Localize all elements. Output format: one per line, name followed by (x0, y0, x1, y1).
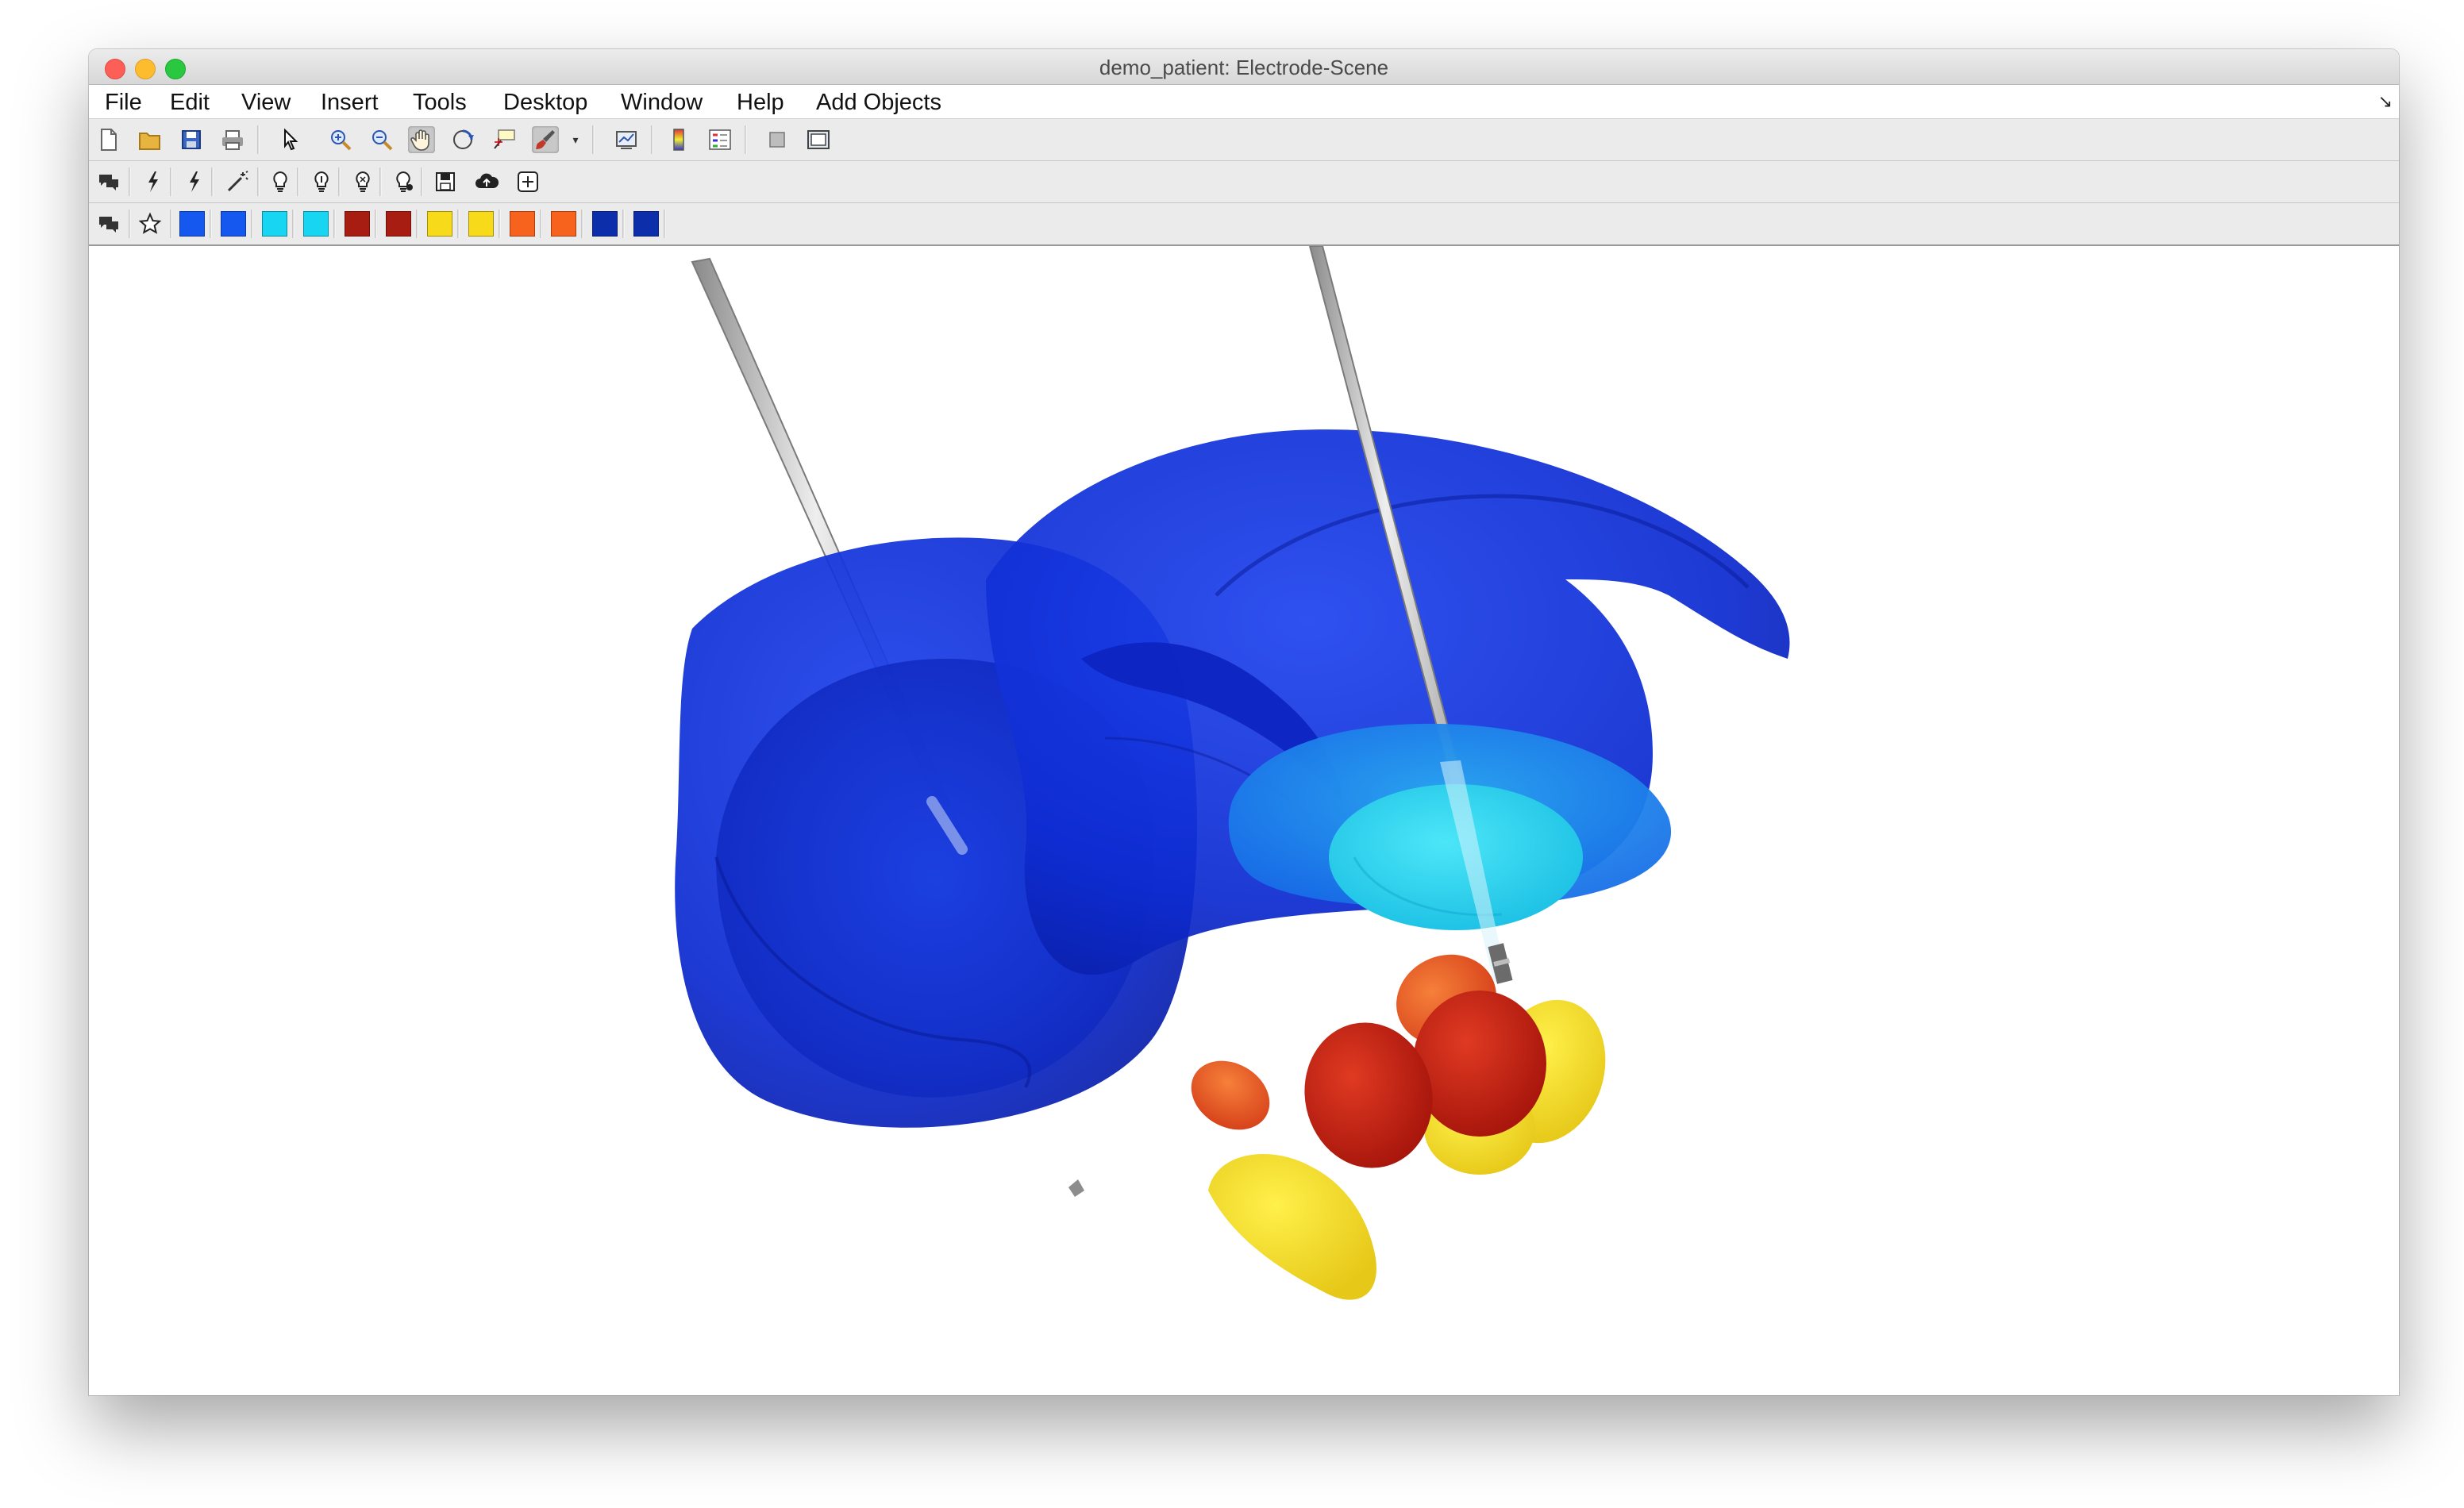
menu-bar: File Edit View Insert Tools Desktop Wind… (89, 85, 2399, 119)
electrode-scene-axes[interactable] (89, 246, 2399, 1395)
menu-help[interactable]: Help (737, 90, 784, 116)
structure-color-swatch[interactable] (303, 211, 329, 237)
lightbulb-3-icon[interactable] (349, 168, 376, 195)
toolbar-separator (257, 167, 260, 196)
menu-tools[interactable]: Tools (413, 90, 467, 116)
atlas-toolbar (89, 203, 2399, 246)
comments-icon[interactable] (95, 210, 122, 237)
red-structure-right[interactable] (1413, 991, 1546, 1137)
menu-edit[interactable]: Edit (170, 90, 210, 116)
toolbar-separator (170, 167, 172, 196)
window-title: demo_patient: Electrode-Scene (1099, 56, 1389, 79)
toolbar-separator (170, 210, 172, 238)
new-figure-icon[interactable] (95, 126, 122, 153)
electrode-1-icon[interactable] (140, 168, 167, 195)
toolbar-separator (210, 210, 212, 238)
pan-hand-icon[interactable] (408, 126, 435, 153)
structure-color-swatch[interactable] (386, 211, 411, 237)
magic-wand-icon[interactable] (224, 168, 251, 195)
structure-color-swatch[interactable] (221, 211, 246, 237)
comments-icon[interactable] (95, 168, 122, 195)
structure-color-swatch[interactable] (592, 211, 618, 237)
save-scene-icon[interactable] (432, 168, 459, 195)
structure-color-swatch[interactable] (468, 211, 494, 237)
menu-add-objects[interactable]: Add Objects (816, 90, 941, 116)
structure-color-swatch[interactable] (551, 211, 576, 237)
brush-icon[interactable] (532, 126, 559, 153)
toolbar-separator (257, 125, 260, 154)
menu-window[interactable]: Window (621, 90, 703, 116)
lightbulb-icon[interactable] (267, 168, 294, 195)
pointer-icon[interactable] (276, 126, 303, 153)
toolbar-separator (379, 167, 382, 196)
structure-color-swatch[interactable] (262, 211, 287, 237)
toolbar-separator (416, 210, 418, 238)
hide-plot-tools-icon[interactable] (764, 126, 791, 153)
menu-file[interactable]: File (105, 90, 142, 116)
structure-color-swatch[interactable] (510, 211, 535, 237)
orange-structure-small[interactable] (1179, 1047, 1282, 1143)
toolbar-separator (211, 167, 214, 196)
toolbar-separator (540, 210, 542, 238)
toolbar-separator (292, 210, 295, 238)
lightbulb-2-icon[interactable] (308, 168, 335, 195)
rotate-3d-icon[interactable] (449, 126, 476, 153)
toolbar-separator (421, 167, 423, 196)
print-icon[interactable] (219, 126, 246, 153)
open-file-icon[interactable] (137, 126, 164, 153)
menu-insert[interactable]: Insert (321, 90, 379, 116)
toolbar-separator (499, 210, 501, 238)
toolbar-separator (622, 210, 625, 238)
toolbar-separator (333, 210, 336, 238)
add-object-icon[interactable] (514, 168, 541, 195)
zoom-out-icon[interactable] (368, 126, 395, 153)
cloud-upload-icon[interactable] (473, 168, 500, 195)
structure-color-swatch[interactable] (345, 211, 370, 237)
colorbar-icon[interactable] (665, 126, 692, 153)
figure-toolbar: ▾ (89, 119, 2399, 161)
electrode-toolbar (89, 161, 2399, 203)
dock-arrow-icon[interactable]: ↘ (2378, 91, 2393, 112)
structure-color-swatch[interactable] (179, 211, 205, 237)
toolbar-separator (297, 167, 299, 196)
structure-color-swatch[interactable] (427, 211, 452, 237)
title-bar[interactable]: demo_patient: Electrode-Scene (89, 49, 2399, 85)
legend-icon[interactable] (706, 126, 733, 153)
figure-window: demo_patient: Electrode-Scene File Edit … (89, 49, 2399, 1395)
zoom-in-icon[interactable] (327, 126, 354, 153)
electrode-2-icon[interactable] (181, 168, 208, 195)
toolbar-separator (651, 125, 653, 154)
menu-desktop[interactable]: Desktop (503, 90, 587, 116)
save-icon[interactable] (178, 126, 205, 153)
toolbar-separator (664, 210, 666, 238)
show-plot-tools-icon[interactable] (805, 126, 832, 153)
structure-color-swatch[interactable] (633, 211, 659, 237)
data-cursor-icon[interactable] (491, 126, 518, 153)
toolbar-separator (338, 167, 341, 196)
menu-view[interactable]: View (241, 90, 291, 116)
toolbar-separator (129, 210, 131, 238)
brush-dropdown-icon[interactable]: ▾ (568, 126, 583, 153)
toolbar-separator (129, 167, 131, 196)
toolbar-separator (592, 125, 595, 154)
star-icon[interactable] (137, 210, 164, 237)
toolbar-separator (457, 210, 460, 238)
link-plot-icon[interactable] (613, 126, 640, 153)
toolbar-separator (581, 210, 583, 238)
toolbar-separator (251, 210, 253, 238)
toolbar-separator (745, 125, 747, 154)
yellow-structure-left[interactable] (1208, 1154, 1376, 1300)
toolbar-separator (375, 210, 377, 238)
scene-canvas (675, 246, 1790, 1300)
lightbulb-4-icon[interactable] (391, 168, 418, 195)
